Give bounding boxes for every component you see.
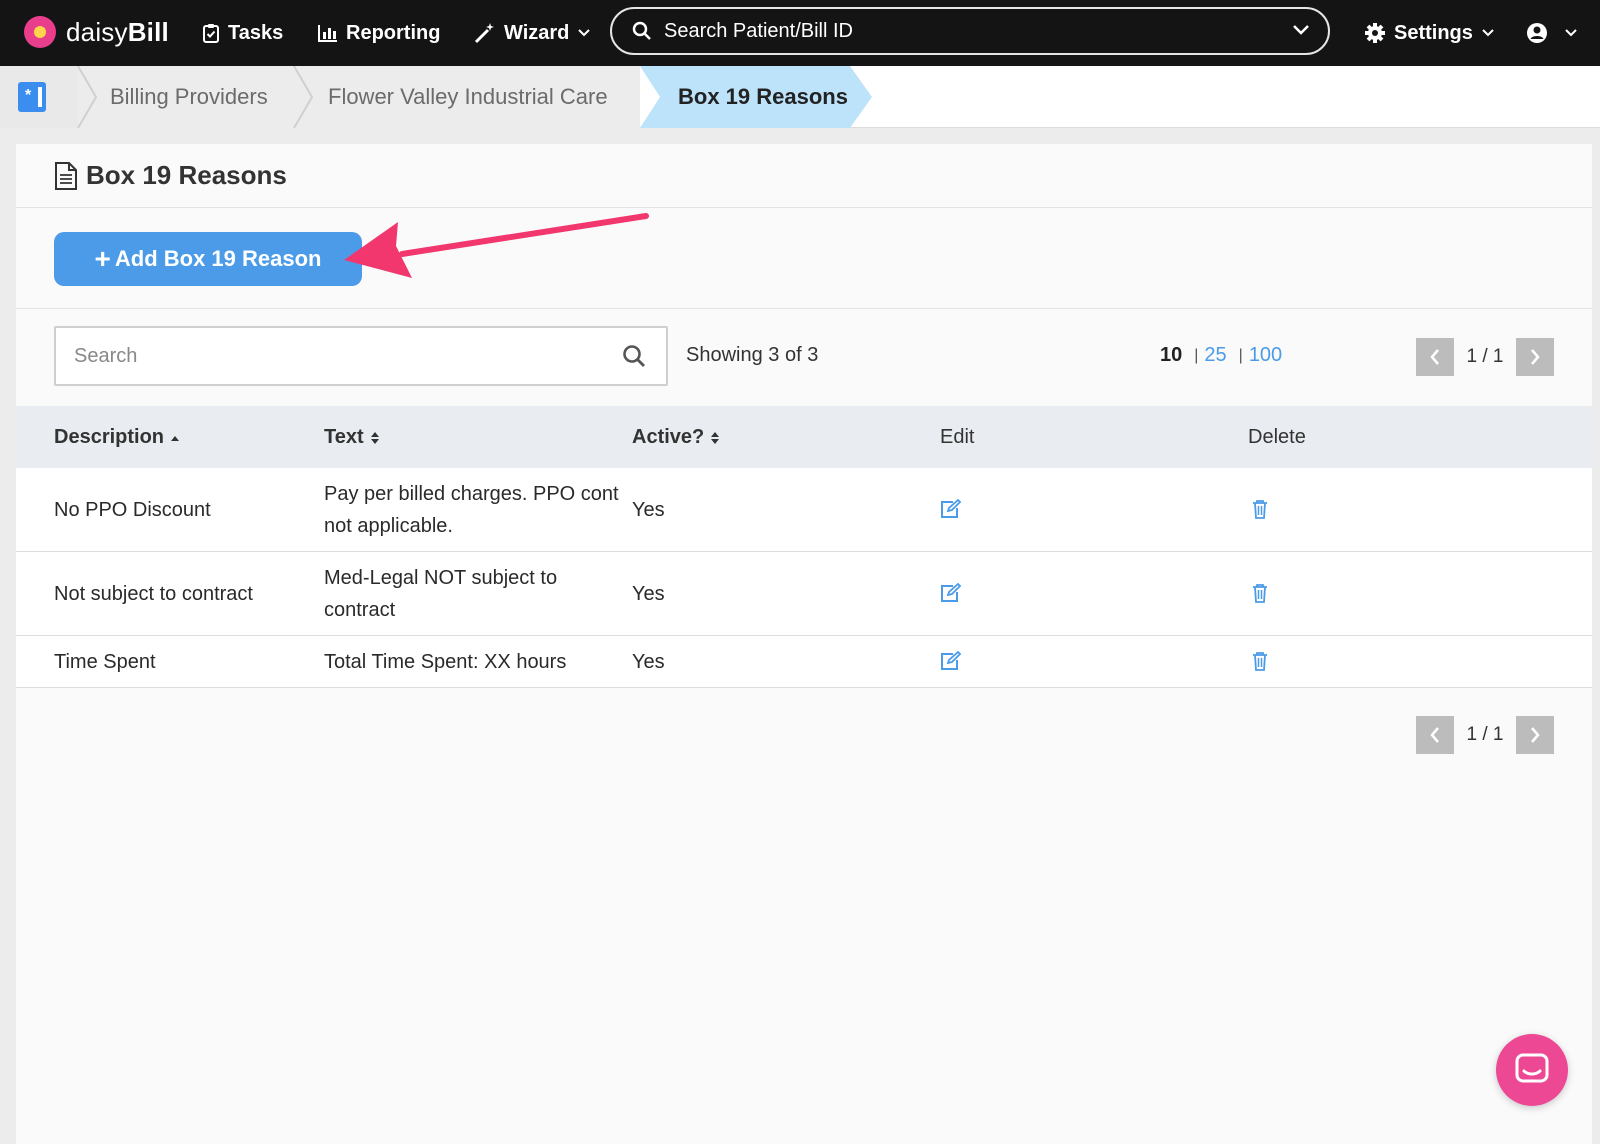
page-indicator: 1 / 1 xyxy=(1466,724,1504,745)
chevron-down-icon xyxy=(1565,29,1577,37)
nav-reporting[interactable]: Reporting xyxy=(318,18,440,48)
table-row: Time Spent Total Time Spent: XX hours Ye… xyxy=(16,636,1592,688)
add-box-19-reason-button[interactable]: + Add Box 19 Reason xyxy=(54,232,362,286)
column-active[interactable]: Active? xyxy=(632,426,720,449)
column-text-label: Text xyxy=(324,426,364,448)
next-page-button[interactable] xyxy=(1516,716,1554,754)
panel-header: Box 19 Reasons xyxy=(16,144,1592,208)
tasks-icon xyxy=(203,24,219,43)
page-title: Box 19 Reasons xyxy=(54,160,287,191)
trash-icon[interactable] xyxy=(1252,651,1268,671)
breadcrumb-billing-providers[interactable]: Billing Providers xyxy=(110,66,268,128)
table-row: No PPO Discount Pay per billed charges. … xyxy=(16,468,1592,552)
nav-wizard-label: Wizard xyxy=(504,21,570,44)
chevron-right-icon xyxy=(1531,727,1540,743)
search-icon[interactable] xyxy=(622,344,646,368)
document-icon xyxy=(55,161,77,190)
patient-bill-search[interactable]: Search Patient/Bill ID xyxy=(610,7,1330,55)
patient-bill-search-placeholder: Search Patient/Bill ID xyxy=(664,19,853,42)
trash-icon[interactable] xyxy=(1252,499,1268,519)
nav-settings-label: Settings xyxy=(1394,21,1473,44)
search-icon xyxy=(632,21,651,40)
nav-user-menu[interactable] xyxy=(1526,18,1586,48)
cell-active: Yes xyxy=(632,651,665,673)
per-page-selector: 10 | 25 | 100 xyxy=(1160,344,1282,367)
chevron-down-icon xyxy=(578,29,591,37)
plus-icon: + xyxy=(94,243,111,274)
logo-text: daisyBill xyxy=(66,16,169,47)
breadcrumb: Billing Providers Flower Valley Industri… xyxy=(0,66,1600,128)
daisybill-logo[interactable]: daisyBill xyxy=(24,14,169,50)
reporting-icon xyxy=(318,25,337,42)
sort-icon xyxy=(370,431,379,444)
chevron-left-icon xyxy=(1430,349,1439,365)
table-search-input[interactable] xyxy=(56,328,576,384)
column-text[interactable]: Text xyxy=(324,426,380,449)
per-page-option-25[interactable]: 25 xyxy=(1204,344,1226,367)
nav-settings[interactable]: Settings xyxy=(1364,18,1503,48)
cell-active: Yes xyxy=(632,583,665,605)
showing-count: Showing 3 of 3 xyxy=(686,344,819,366)
chevron-left-icon xyxy=(1430,727,1439,743)
nav-reporting-label: Reporting xyxy=(346,21,441,44)
per-page-option-100[interactable]: 100 xyxy=(1249,344,1282,367)
chat-launcher[interactable] xyxy=(1496,1034,1568,1106)
cell-text: Total Time Spent: XX hours xyxy=(324,651,567,673)
breadcrumb-home[interactable] xyxy=(0,66,78,128)
pagination-top: 1 / 1 xyxy=(1416,338,1554,376)
column-active-label: Active? xyxy=(632,426,705,448)
billing-home-icon xyxy=(18,82,46,112)
column-edit: Edit xyxy=(940,426,975,448)
divider xyxy=(16,308,1592,309)
sort-asc-icon xyxy=(171,435,180,441)
cell-text: Med-Legal NOT subject to contract xyxy=(324,567,558,621)
cell-description: No PPO Discount xyxy=(54,499,211,521)
table-row: Not subject to contract Med-Legal NOT su… xyxy=(16,552,1592,636)
add-button-label: Add Box 19 Reason xyxy=(114,246,322,271)
edit-icon[interactable] xyxy=(940,583,962,603)
per-page-separator: | xyxy=(1238,346,1243,364)
sort-icon xyxy=(711,431,720,444)
column-description[interactable]: Description xyxy=(54,426,180,449)
table-search[interactable] xyxy=(54,326,668,386)
cell-description: Time Spent xyxy=(54,651,156,673)
daisy-logo-icon xyxy=(24,16,56,48)
main-panel: Box 19 Reasons + Add Box 19 Reason Showi… xyxy=(16,144,1592,1144)
trash-icon[interactable] xyxy=(1252,583,1268,603)
table-header: Description Text Active? Edit Delete xyxy=(16,406,1592,468)
prev-page-button[interactable] xyxy=(1416,716,1454,754)
prev-page-button[interactable] xyxy=(1416,338,1454,376)
chevron-down-icon xyxy=(1482,29,1494,37)
page-title-text: Box 19 Reasons xyxy=(86,160,287,190)
column-delete: Delete xyxy=(1248,426,1306,448)
nav-tasks[interactable]: Tasks xyxy=(202,18,283,48)
cell-text: Pay per billed charges. PPO cont not app… xyxy=(324,483,619,537)
nav-tasks-label: Tasks xyxy=(228,21,284,44)
cell-description: Not subject to contract xyxy=(54,583,253,605)
column-description-label: Description xyxy=(54,426,165,448)
annotation-arrow xyxy=(344,213,649,278)
next-page-button[interactable] xyxy=(1516,338,1554,376)
breadcrumb-box-19-reasons: Box 19 Reasons xyxy=(678,84,848,109)
chat-icon xyxy=(1515,1053,1549,1083)
wizard-icon xyxy=(474,23,494,44)
per-page-current[interactable]: 10 xyxy=(1160,344,1182,367)
gear-icon xyxy=(1365,23,1385,43)
user-icon xyxy=(1527,23,1547,43)
per-page-separator: | xyxy=(1194,346,1199,364)
breadcrumb-separator xyxy=(77,66,98,128)
top-navbar: daisyBill Tasks Reporting Wizard Search … xyxy=(0,0,1600,66)
breadcrumb-flower-valley[interactable]: Flower Valley Industrial Care xyxy=(328,66,608,128)
nav-wizard[interactable]: Wizard xyxy=(474,18,599,48)
edit-icon[interactable] xyxy=(940,651,962,671)
breadcrumb-separator xyxy=(293,66,314,128)
edit-icon[interactable] xyxy=(940,499,962,519)
chevron-right-icon xyxy=(1531,349,1540,365)
page-indicator: 1 / 1 xyxy=(1466,346,1504,367)
chevron-down-icon[interactable] xyxy=(1292,23,1310,37)
cell-active: Yes xyxy=(632,499,665,521)
pagination-bottom: 1 / 1 xyxy=(1416,716,1554,754)
